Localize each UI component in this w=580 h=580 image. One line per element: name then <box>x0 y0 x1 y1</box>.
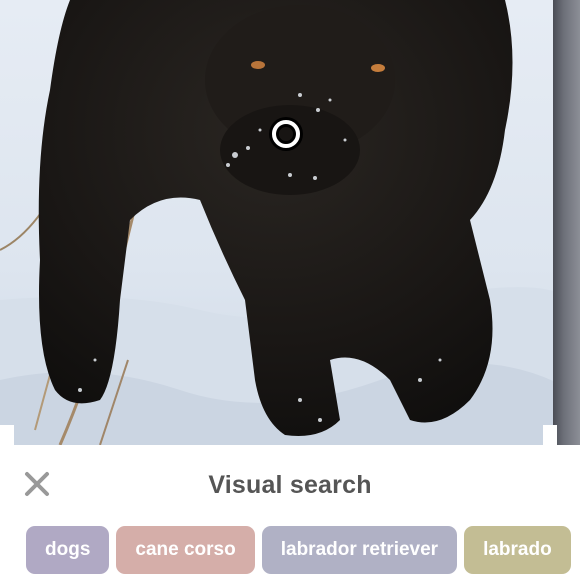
suggestion-chips: dogs cane corso labrador retriever labra… <box>26 526 571 574</box>
dog-image <box>0 0 580 445</box>
chip-cane-corso[interactable]: cane corso <box>116 526 255 574</box>
sheet-corner-right <box>543 425 557 445</box>
chip-labrado[interactable]: labrado <box>464 526 571 574</box>
visual-search-sheet: Visual search dogs cane corso labrador r… <box>0 445 580 580</box>
search-photo[interactable] <box>0 0 580 445</box>
next-image-edge[interactable] <box>553 0 580 445</box>
visual-search-target-icon[interactable] <box>272 120 300 148</box>
sheet-corner-left <box>0 425 14 445</box>
chip-labrador-retriever[interactable]: labrador retriever <box>261 526 458 574</box>
visual-search-screen: Visual search dogs cane corso labrador r… <box>0 0 580 580</box>
sheet-title: Visual search <box>208 471 372 499</box>
chip-dogs[interactable]: dogs <box>26 526 110 574</box>
